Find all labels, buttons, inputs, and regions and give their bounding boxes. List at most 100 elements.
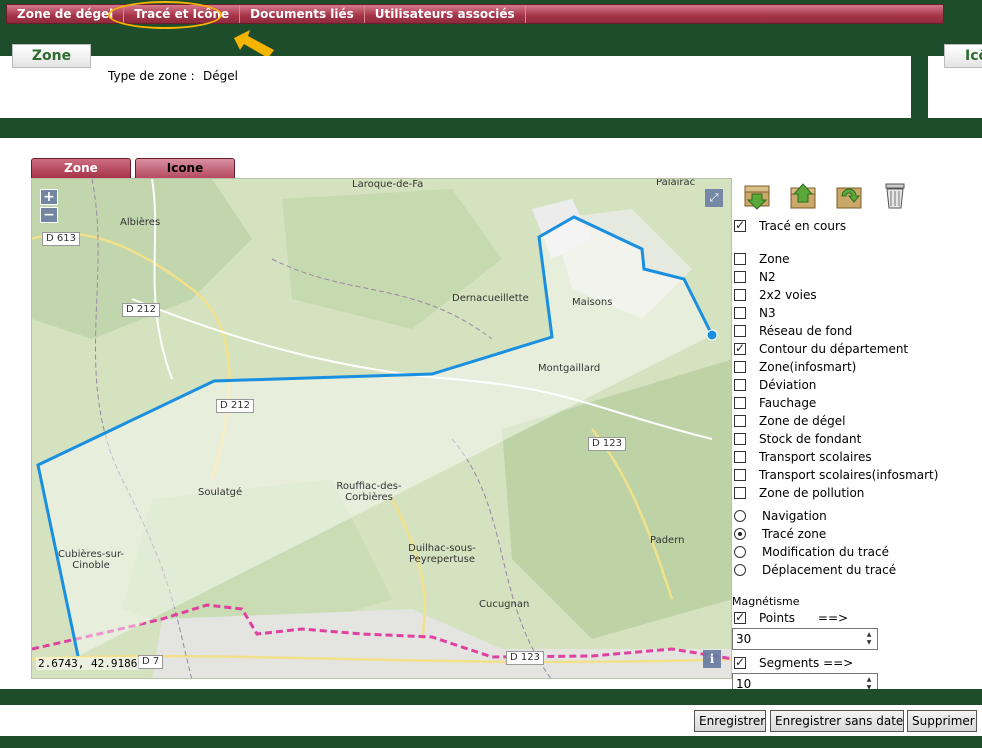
points-input[interactable]: 30 ▲ ▼ bbox=[732, 628, 878, 650]
mode-label: Modification du tracé bbox=[762, 545, 889, 559]
layer-checkbox[interactable] bbox=[734, 487, 746, 499]
layer-option[interactable]: Zone(infosmart) bbox=[734, 360, 856, 374]
refresh-icon[interactable] bbox=[834, 180, 864, 210]
highlight-circle bbox=[108, 1, 222, 29]
layer-option[interactable]: Transport scolaires bbox=[734, 450, 872, 464]
place-label: Padern bbox=[650, 535, 685, 546]
subtab-zone[interactable]: Zone bbox=[31, 158, 131, 178]
delete-button[interactable]: Supprimer bbox=[907, 710, 977, 732]
layer-checkbox[interactable] bbox=[734, 307, 746, 319]
place-label: Cubières-sur-Cinoble bbox=[57, 549, 125, 571]
layer-label: 2x2 voies bbox=[759, 288, 817, 302]
place-label: Montgaillard bbox=[538, 363, 601, 374]
layer-checkbox[interactable] bbox=[734, 469, 746, 481]
zoom-in-button[interactable]: + bbox=[40, 189, 58, 205]
place-label: Cucugnan bbox=[479, 599, 530, 610]
layer-option[interactable]: Réseau de fond bbox=[734, 324, 852, 338]
zoom-out-button[interactable]: − bbox=[40, 207, 58, 223]
road-label: D 613 bbox=[42, 232, 80, 246]
trace-en-cours-option[interactable]: Tracé en cours bbox=[734, 218, 847, 233]
coordinate-readout: 2.6743, 42.9186 bbox=[36, 657, 140, 670]
place-label: Albières bbox=[120, 217, 161, 228]
layer-label: Réseau de fond bbox=[759, 324, 853, 338]
mode-option[interactable]: Navigation bbox=[734, 509, 827, 523]
layer-checkbox[interactable] bbox=[734, 271, 746, 283]
layer-option[interactable]: Transport scolaires(infosmart) bbox=[734, 468, 938, 482]
layer-checkbox[interactable] bbox=[734, 253, 746, 265]
mode-option[interactable]: Déplacement du tracé bbox=[734, 563, 896, 577]
trace-en-cours-checkbox[interactable] bbox=[734, 218, 746, 232]
fullscreen-icon[interactable]: ⤢ bbox=[705, 189, 723, 207]
layer-checkbox[interactable] bbox=[734, 379, 746, 391]
layer-option[interactable]: 2x2 voies bbox=[734, 288, 817, 302]
mode-label: Navigation bbox=[762, 509, 827, 523]
zone-panel bbox=[0, 56, 911, 118]
layer-checkbox[interactable] bbox=[734, 433, 746, 445]
layer-checkbox[interactable] bbox=[734, 415, 746, 427]
icone-panel-tab: Icône bbox=[944, 44, 982, 68]
layer-label: Transport scolaires bbox=[759, 450, 872, 464]
save-button[interactable]: Enregistrer bbox=[694, 710, 766, 732]
road-label: D 123 bbox=[588, 437, 626, 451]
tab-utilisateurs-associes[interactable]: Utilisateurs associés bbox=[365, 5, 526, 23]
zone-type-value: Dégel bbox=[203, 69, 238, 83]
mode-radio[interactable] bbox=[734, 510, 746, 522]
layer-label: N3 bbox=[759, 306, 776, 320]
layer-checkbox[interactable] bbox=[734, 397, 746, 409]
layer-checkbox[interactable] bbox=[734, 289, 746, 301]
mode-radio[interactable] bbox=[734, 546, 746, 558]
layer-option[interactable]: Zone de dégel bbox=[734, 414, 846, 428]
trace-en-cours-label: Tracé en cours bbox=[759, 219, 847, 233]
road-label: D 7 bbox=[138, 655, 164, 669]
magnetisme-title: Magnétisme bbox=[732, 595, 800, 608]
import-down-icon[interactable] bbox=[742, 180, 772, 210]
place-label: Duilhac-sous-Peyrepertuse bbox=[408, 543, 476, 565]
trash-icon[interactable] bbox=[880, 180, 910, 210]
place-label: Maisons bbox=[572, 297, 613, 308]
layer-label: Zone(infosmart) bbox=[759, 360, 857, 374]
mode-label: Déplacement du tracé bbox=[762, 563, 897, 577]
layer-label: Zone de dégel bbox=[759, 414, 846, 428]
map-canvas bbox=[32, 179, 731, 678]
points-value: 30 bbox=[736, 632, 752, 646]
layer-option[interactable]: Déviation bbox=[734, 378, 816, 392]
points-spinner-icon[interactable]: ▲ ▼ bbox=[863, 631, 875, 647]
mode-radio[interactable] bbox=[734, 564, 746, 576]
mode-radio[interactable] bbox=[734, 528, 746, 540]
road-label: D 212 bbox=[122, 303, 160, 317]
layer-option[interactable]: Contour du département bbox=[734, 341, 908, 356]
layer-option[interactable]: Zone bbox=[734, 252, 790, 266]
segments-checkbox[interactable] bbox=[734, 655, 746, 669]
info-icon[interactable]: i bbox=[703, 650, 721, 668]
tab-zone-de-degel[interactable]: Zone de dégel bbox=[7, 5, 125, 23]
subtab-icone[interactable]: Icone bbox=[135, 158, 235, 178]
layer-checkbox[interactable] bbox=[734, 325, 746, 337]
place-label: Dernacueillette bbox=[452, 293, 529, 304]
export-up-icon[interactable] bbox=[788, 180, 818, 210]
segments-option[interactable]: Segments ==> bbox=[734, 655, 854, 670]
map-view[interactable]: Laroque-de-Fa Albières Palairac Dernacue… bbox=[31, 178, 732, 679]
layer-option[interactable]: N3 bbox=[734, 306, 776, 320]
mode-option[interactable]: Tracé zone bbox=[734, 527, 826, 541]
layer-checkbox[interactable] bbox=[734, 451, 746, 463]
segments-label: Segments ==> bbox=[759, 656, 854, 670]
layer-option[interactable]: N2 bbox=[734, 270, 776, 284]
layer-option[interactable]: Zone de pollution bbox=[734, 486, 864, 500]
save-no-date-button[interactable]: Enregistrer sans date bbox=[770, 710, 904, 732]
tab-documents-lies[interactable]: Documents liés bbox=[240, 5, 365, 23]
layer-checkbox[interactable] bbox=[734, 341, 746, 355]
road-label: D 123 bbox=[506, 651, 544, 665]
points-checkbox[interactable] bbox=[734, 610, 746, 624]
layer-label: Zone de pollution bbox=[759, 486, 865, 500]
layer-option[interactable]: Fauchage bbox=[734, 396, 816, 410]
place-label: Soulatgé bbox=[198, 487, 243, 498]
layer-checkbox[interactable] bbox=[734, 361, 746, 373]
layer-option[interactable]: Stock de fondant bbox=[734, 432, 861, 446]
footer-band bbox=[0, 689, 982, 705]
zone-panel-tab: Zone bbox=[12, 44, 91, 68]
place-label: Laroque-de-Fa bbox=[352, 179, 424, 190]
mode-option[interactable]: Modification du tracé bbox=[734, 545, 889, 559]
layer-label: Fauchage bbox=[759, 396, 817, 410]
layer-label: Zone bbox=[759, 252, 790, 266]
points-option[interactable]: Points ==> bbox=[734, 610, 848, 625]
